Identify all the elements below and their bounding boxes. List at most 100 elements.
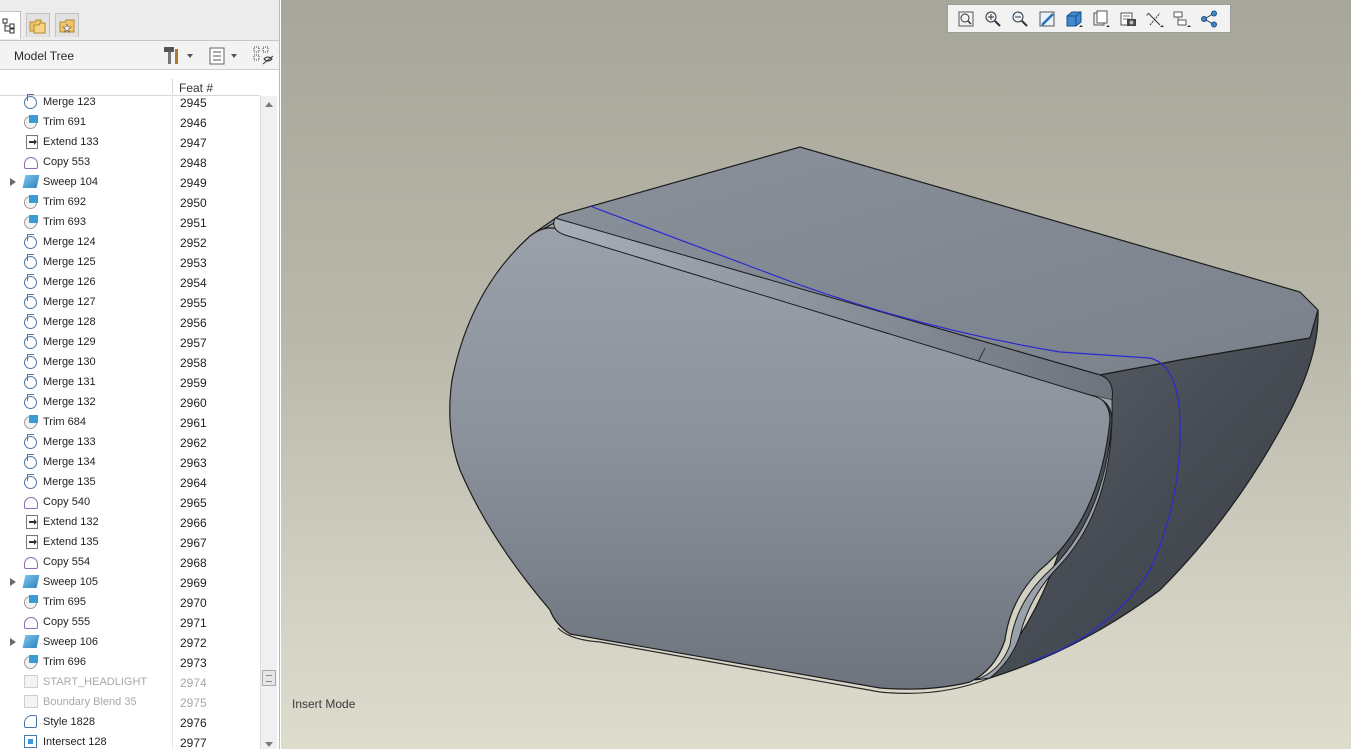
tree-row[interactable]: Trim 695 2970 [0, 592, 260, 612]
tree-row[interactable]: Copy 540 2965 [0, 492, 260, 512]
insert-mode-label: Insert Mode [292, 697, 356, 711]
feature-number: 2969 [180, 576, 207, 590]
merge-icon [24, 234, 37, 249]
feature-number: 2962 [180, 436, 207, 450]
feature-name: Copy 553 [43, 156, 91, 168]
feature-name: Copy 554 [43, 556, 91, 568]
merge-icon [24, 434, 37, 449]
tree-row[interactable]: Merge 131 2959 [0, 372, 260, 392]
feature-number: 2970 [180, 596, 207, 610]
trim-icon [24, 415, 38, 429]
view-manager-button[interactable] [1116, 8, 1140, 30]
tree-row[interactable]: Trim 696 2973 [0, 652, 260, 672]
feature-name: Sweep 104 [43, 176, 99, 188]
feature-name: Trim 693 [43, 216, 86, 228]
datum-display-button[interactable]: * [1143, 8, 1167, 30]
feature-number: 2946 [180, 116, 207, 130]
tree-row[interactable]: Merge 125 2953 [0, 252, 260, 272]
feature-number: 2977 [180, 736, 207, 749]
tree-row[interactable]: Trim 693 2951 [0, 212, 260, 232]
column-divider [172, 212, 173, 232]
feature-number: 2949 [180, 176, 207, 190]
tree-row[interactable]: Merge 124 2952 [0, 232, 260, 252]
column-divider [172, 592, 173, 612]
tree-row[interactable]: Merge 130 2958 [0, 352, 260, 372]
feature-number: 2957 [180, 336, 207, 350]
tab-model-tree[interactable] [0, 11, 21, 39]
tree-row[interactable]: START_HEADLIGHT 2974 [0, 672, 260, 692]
extend-icon [26, 515, 38, 529]
feature-name: Boundary Blend 35 [43, 696, 137, 708]
tree-row[interactable]: Merge 133 2962 [0, 432, 260, 452]
tree-row[interactable]: Merge 123 2945 [0, 92, 260, 112]
tree-row[interactable]: Trim 692 2950 [0, 192, 260, 212]
merge-icon [24, 474, 37, 489]
zoom-in-icon [985, 11, 1001, 27]
tree-settings-button[interactable] [163, 45, 193, 67]
headlight-model[interactable] [281, 0, 1351, 749]
column-divider [172, 292, 173, 312]
trim-icon [24, 115, 38, 129]
tree-row[interactable]: Extend 135 2967 [0, 532, 260, 552]
tree-scrollbar[interactable] [260, 96, 277, 749]
tree-row[interactable]: Sweep 106 2972 [0, 632, 260, 652]
extend-icon [26, 535, 38, 549]
graphics-viewport[interactable]: * Insert Mode [281, 0, 1351, 749]
feature-number: 2950 [180, 196, 207, 210]
show-menu-button[interactable] [209, 45, 237, 67]
expand-arrow-icon[interactable] [10, 638, 16, 646]
tree-row[interactable]: Merge 127 2955 [0, 292, 260, 312]
tree-row[interactable]: Merge 128 2956 [0, 312, 260, 332]
tree-row[interactable]: Style 1828 2976 [0, 712, 260, 732]
column-divider [172, 472, 173, 492]
saved-orientations-button[interactable] [1089, 8, 1113, 30]
column-divider [172, 332, 173, 352]
tree-row[interactable]: Extend 133 2947 [0, 132, 260, 152]
spin-center-button[interactable] [1170, 8, 1194, 30]
feature-name: Merge 135 [43, 476, 96, 488]
zoom-out-button[interactable] [1008, 8, 1032, 30]
tree-row[interactable]: Merge 135 2964 [0, 472, 260, 492]
tree-row[interactable]: Merge 126 2954 [0, 272, 260, 292]
feature-name: Copy 540 [43, 496, 91, 508]
model-tree-list: Merge 123 2945 Trim 691 2946 Extend 133 2947 C… [0, 92, 260, 749]
refit-button[interactable] [954, 8, 978, 30]
expand-arrow-icon[interactable] [10, 178, 16, 186]
feature-number: 2963 [180, 456, 207, 470]
scroll-down-arrow-icon[interactable] [265, 742, 273, 747]
tree-row[interactable]: Extend 132 2966 [0, 512, 260, 532]
tree-row[interactable]: Sweep 104 2949 [0, 172, 260, 192]
scroll-thumb[interactable] [262, 670, 276, 686]
tree-row[interactable]: Merge 134 2963 [0, 452, 260, 472]
tree-row[interactable]: Copy 555 2971 [0, 612, 260, 632]
tree-row[interactable]: Trim 691 2946 [0, 112, 260, 132]
feature-name: Trim 695 [43, 596, 86, 608]
zoom-in-button[interactable] [981, 8, 1005, 30]
expand-arrow-icon[interactable] [10, 578, 16, 586]
tree-row[interactable]: Trim 684 2961 [0, 412, 260, 432]
feature-name: Extend 133 [43, 136, 99, 148]
tab-folder-browser[interactable] [26, 13, 50, 37]
tree-row[interactable]: Boundary Blend 35 2975 [0, 692, 260, 712]
feature-number: 2976 [180, 716, 207, 730]
repaint-button[interactable] [1035, 8, 1059, 30]
tree-filters-button[interactable] [252, 45, 274, 67]
feature-name: Trim 684 [43, 416, 86, 428]
annotation-display-button[interactable] [1197, 8, 1221, 30]
tree-row[interactable]: Copy 554 2968 [0, 552, 260, 572]
tree-row[interactable]: Merge 132 2960 [0, 392, 260, 412]
model-tree-header: Model Tree [0, 41, 279, 70]
tree-row[interactable]: Merge 129 2957 [0, 332, 260, 352]
scroll-up-arrow-icon[interactable] [265, 102, 273, 107]
feature-name: Merge 125 [43, 256, 96, 268]
tree-row[interactable]: Copy 553 2948 [0, 152, 260, 172]
feature-number: 2961 [180, 416, 207, 430]
tree-row[interactable]: Sweep 105 2969 [0, 572, 260, 592]
feature-name: Merge 124 [43, 236, 96, 248]
tab-favorites[interactable] [55, 13, 79, 37]
feature-name: Copy 555 [43, 616, 91, 628]
feature-name: Style 1828 [43, 716, 95, 728]
feature-number: 2967 [180, 536, 207, 550]
tree-row[interactable]: Intersect 128 2977 [0, 732, 260, 749]
display-style-button[interactable] [1062, 8, 1086, 30]
